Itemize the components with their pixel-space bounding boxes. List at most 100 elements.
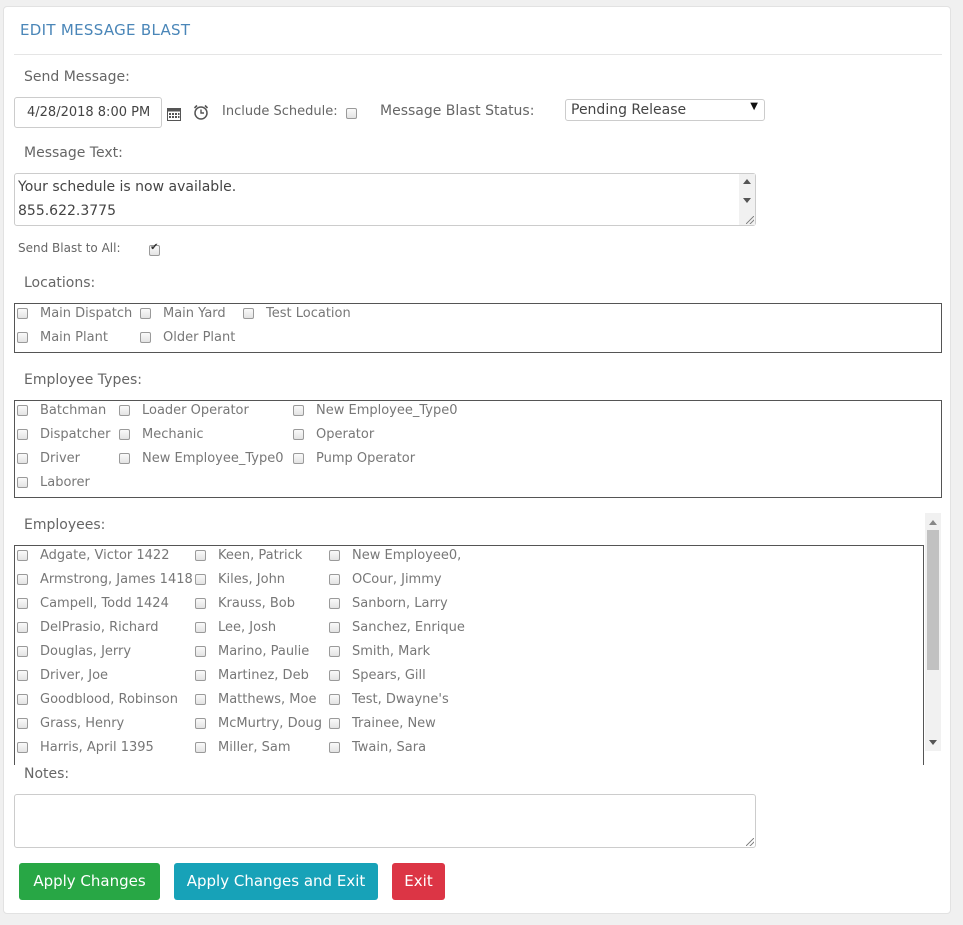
employee-type-checkbox[interactable]	[293, 429, 304, 440]
divider	[14, 54, 942, 55]
location-checkbox[interactable]	[17, 332, 28, 343]
employee-name: Campell, Todd 1424	[40, 596, 169, 611]
employee-name: Adgate, Victor 1422	[40, 548, 170, 563]
scroll-up-icon	[743, 179, 751, 184]
employee-name: OCour, Jimmy	[352, 572, 442, 587]
employee-type-checkbox[interactable]	[17, 477, 28, 488]
location-checkbox[interactable]	[243, 308, 254, 319]
employee-checkbox[interactable]	[329, 646, 340, 657]
employees-scroll-area[interactable]: Employees: Adgate, Victor 1422 Keen, Patr…	[14, 513, 941, 765]
employee-checkbox[interactable]	[195, 598, 206, 609]
apply-changes-button[interactable]: Apply Changes	[19, 863, 160, 900]
employee-checkbox[interactable]	[195, 742, 206, 753]
employee-checkbox[interactable]	[17, 718, 28, 729]
chevron-down-icon: ▼	[750, 101, 758, 112]
employee-checkbox[interactable]	[329, 622, 340, 633]
employee-type-checkbox[interactable]	[119, 405, 130, 416]
employee-type-checkbox[interactable]	[293, 453, 304, 464]
employee-name: Douglas, Jerry	[40, 644, 132, 659]
employee-checkbox[interactable]	[195, 694, 206, 705]
employee-checkbox[interactable]	[329, 694, 340, 705]
status-label: Message Blast Status:	[380, 103, 535, 119]
locations-label: Locations:	[24, 275, 96, 291]
employee-checkbox[interactable]	[195, 646, 206, 657]
employee-type-checkbox[interactable]	[119, 429, 130, 440]
employee-type-checkbox[interactable]	[119, 453, 130, 464]
employee-checkbox[interactable]	[17, 574, 28, 585]
send-blast-all-checkbox[interactable]	[149, 242, 161, 256]
employee-name: New Employee0,	[352, 548, 462, 563]
scroll-down-icon	[743, 198, 751, 203]
employee-checkbox[interactable]	[17, 742, 28, 753]
employee-type-checkbox[interactable]	[293, 405, 304, 416]
employee-checkbox[interactable]	[17, 622, 28, 633]
message-text-label: Message Text:	[24, 145, 123, 161]
send-datetime-input[interactable]: 4/28/2018 8:00 PM	[14, 97, 162, 128]
employee-name: Spears, Gill	[352, 668, 426, 683]
employee-name: Marino, Paulie	[218, 644, 310, 659]
employee-name: Martinez, Deb	[218, 668, 309, 683]
employee-type-checkbox[interactable]	[17, 405, 28, 416]
employee-name: Lee, Josh	[218, 620, 277, 635]
message-line-1: Your schedule is now available.	[18, 179, 237, 195]
employee-types-label: Employee Types:	[24, 372, 142, 388]
edit-message-blast-panel: EDIT MESSAGE BLAST Send Message: 4/28/20…	[3, 6, 951, 914]
employee-name: Sanborn, Larry	[352, 596, 448, 611]
employee-checkbox[interactable]	[17, 694, 28, 705]
employee-checkbox[interactable]	[17, 646, 28, 657]
include-schedule-label: Include Schedule:	[222, 104, 338, 119]
employee-name: Goodblood, Robinson	[40, 692, 178, 707]
employee-type-checkbox[interactable]	[17, 453, 28, 464]
resize-handle-icon[interactable]	[746, 216, 754, 224]
scroll-up-icon	[929, 520, 937, 525]
employee-name: Keen, Patrick	[218, 548, 303, 563]
employee-checkbox[interactable]	[195, 718, 206, 729]
calendar-icon[interactable]	[167, 106, 181, 121]
employee-checkbox[interactable]	[329, 670, 340, 681]
apply-changes-exit-button[interactable]: Apply Changes and Exit	[174, 863, 378, 900]
employee-types-box: Batchman Loader Operator New Employee_Ty…	[14, 400, 942, 498]
employee-name: Test, Dwayne's	[352, 692, 449, 707]
employee-name: Trainee, New	[352, 716, 436, 731]
employee-checkbox[interactable]	[195, 550, 206, 561]
employee-checkbox[interactable]	[329, 718, 340, 729]
location-checkbox[interactable]	[17, 308, 28, 319]
clock-icon[interactable]	[193, 104, 209, 120]
status-select[interactable]: Pending Release ▼	[565, 99, 765, 121]
location-checkbox[interactable]	[140, 332, 151, 343]
scroll-thumb[interactable]	[927, 530, 939, 670]
employee-checkbox[interactable]	[329, 598, 340, 609]
employee-checkbox[interactable]	[329, 550, 340, 561]
employees-box: Adgate, Victor 1422 Keen, Patrick New Empl…	[14, 545, 924, 765]
employee-checkbox[interactable]	[329, 574, 340, 585]
notes-textarea[interactable]	[14, 794, 756, 848]
employee-checkbox[interactable]	[17, 670, 28, 681]
employees-scrollbar[interactable]	[925, 513, 941, 751]
employee-name: Grass, Henry	[40, 716, 125, 731]
employee-checkbox[interactable]	[195, 574, 206, 585]
send-message-label: Send Message:	[24, 69, 130, 85]
location-checkbox[interactable]	[140, 308, 151, 319]
employee-checkbox[interactable]	[195, 622, 206, 633]
employee-checkbox[interactable]	[329, 742, 340, 753]
employee-name: Kiles, John	[218, 572, 286, 587]
page-title: EDIT MESSAGE BLAST	[20, 21, 191, 39]
exit-button[interactable]: Exit	[392, 863, 445, 900]
employees-label: Employees:	[24, 517, 106, 533]
employee-checkbox[interactable]	[195, 670, 206, 681]
message-textarea[interactable]: Your schedule is now available. 855.622.…	[14, 173, 756, 226]
employee-name: Harris, April 1395	[40, 740, 154, 755]
resize-handle-icon[interactable]	[746, 838, 754, 846]
scroll-down-icon	[929, 740, 937, 745]
send-blast-all-label: Send Blast to All:	[18, 241, 121, 255]
employee-name: Krauss, Bob	[218, 596, 296, 611]
employee-checkbox[interactable]	[17, 598, 28, 609]
employee-name: Miller, Sam	[218, 740, 291, 755]
employee-name: Sanchez, Enrique	[352, 620, 465, 635]
employee-type-checkbox[interactable]	[17, 429, 28, 440]
employee-name: Smith, Mark	[352, 644, 431, 659]
employee-name: McMurtry, Doug	[218, 716, 323, 731]
employee-checkbox[interactable]	[17, 550, 28, 561]
include-schedule-checkbox[interactable]	[346, 108, 357, 119]
employee-name: Armstrong, James 1418	[40, 572, 193, 587]
